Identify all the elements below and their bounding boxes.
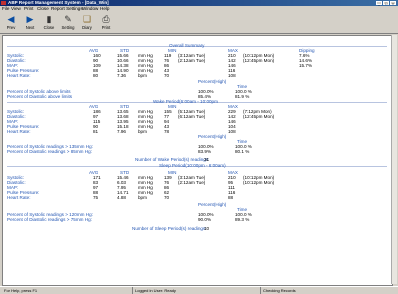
avg-value: 81: [93, 129, 99, 134]
pct-high-header: Percent(High): [198, 79, 227, 84]
report-document: Overall Summary AVG STD MIN MAX Dipping …: [2, 35, 393, 286]
sleep-count-label: Number of Sleep Period(s) readings:: [132, 226, 207, 231]
unit: bpm: [138, 73, 147, 78]
prev-label: Prev: [6, 25, 16, 30]
close-button[interactable]: ▮ Close: [40, 13, 58, 32]
std-value: 4.88: [117, 195, 126, 200]
std-value: 7.36: [117, 73, 126, 78]
row-label: Heart Rate:: [7, 195, 31, 200]
print-button[interactable]: ⎙ Print: [97, 13, 115, 32]
row-label: Heart Rate:: [7, 129, 31, 134]
diary-icon: ❑: [82, 14, 92, 24]
maximize-button[interactable]: □: [383, 1, 389, 6]
pct-label: Percent of Diastolic readings > 75mm Hg:: [7, 217, 92, 222]
max-value: 108: [228, 129, 236, 134]
avg-value: 75: [93, 195, 99, 200]
avg-value: 80: [93, 73, 99, 78]
wake-count-value: 31: [204, 157, 210, 162]
settings-icon: ✎: [64, 14, 72, 24]
row-label: Heart Rate:: [7, 73, 31, 78]
sleep-title: Sleep Period(10:00pm - 6:00am): [159, 163, 226, 168]
print-label: Print: [101, 25, 111, 30]
max-time: (10:12pm Mon): [243, 180, 275, 185]
max-value: 108: [228, 73, 236, 78]
dipping-value: 15.7%: [299, 63, 313, 68]
pct-label: Percent of Diastolic readings > 85mm Hg:: [7, 149, 92, 154]
next-label: Next: [25, 25, 35, 30]
max-time: (12:45pm Mon): [243, 58, 275, 63]
diary-button[interactable]: ❑ Diary: [78, 13, 96, 32]
min-value: 78: [164, 129, 170, 134]
min-time: (2:12am Tue): [178, 180, 206, 185]
pct-high-header: Percent(High): [198, 134, 227, 139]
vertical-scrollbar[interactable]: [391, 35, 397, 284]
pct-high-header: Percent(High): [198, 202, 227, 207]
pct-label: Percent of Diastolic above limits: [7, 94, 73, 99]
std-value: 7.96: [117, 129, 126, 134]
pct-time-value: 81.9 %: [235, 94, 250, 99]
setting-label: Setting: [61, 25, 75, 30]
pct-value: 83.9%: [198, 149, 212, 154]
min-time: (2:12am Tue): [178, 58, 206, 63]
pct-time-value: 80.1 %: [235, 149, 250, 154]
max-time: (12:45pm Mon): [243, 114, 275, 119]
toolbar: ◀ Prev ▶ Next ▮ Close ✎ Setting ❑ Diary …: [0, 12, 398, 34]
min-value: 70: [164, 73, 170, 78]
close-label: Close: [43, 25, 55, 30]
setting-button[interactable]: ✎ Setting: [59, 13, 77, 32]
pct-time-value: 89.3 %: [235, 217, 250, 222]
unit: bpm: [138, 129, 147, 134]
min-value: 70: [164, 195, 170, 200]
min-time: (6:12am Tue): [178, 114, 206, 119]
max-value: 88: [228, 195, 234, 200]
unit: bpm: [138, 195, 147, 200]
close-window-button[interactable]: ×: [390, 1, 396, 6]
printer-icon: ⎙: [102, 14, 110, 24]
minimize-button[interactable]: _: [376, 1, 382, 6]
app-icon: [1, 1, 6, 5]
sleep-count-value: 10: [204, 226, 210, 231]
arrow-right-icon: ▶: [26, 14, 34, 24]
prev-button[interactable]: ◀ Prev: [2, 13, 20, 32]
arrow-left-icon: ◀: [7, 14, 15, 24]
pct-value: 90.0%: [198, 217, 212, 222]
wake-title: Wake Period(6:00am - 10:00pm: [153, 99, 218, 104]
next-button[interactable]: ▶ Next: [21, 13, 39, 32]
close-door-icon: ▮: [46, 14, 52, 24]
diary-label: Diary: [82, 25, 92, 30]
wake-count-label: Number of Wake Period(s) readings:: [135, 157, 210, 162]
